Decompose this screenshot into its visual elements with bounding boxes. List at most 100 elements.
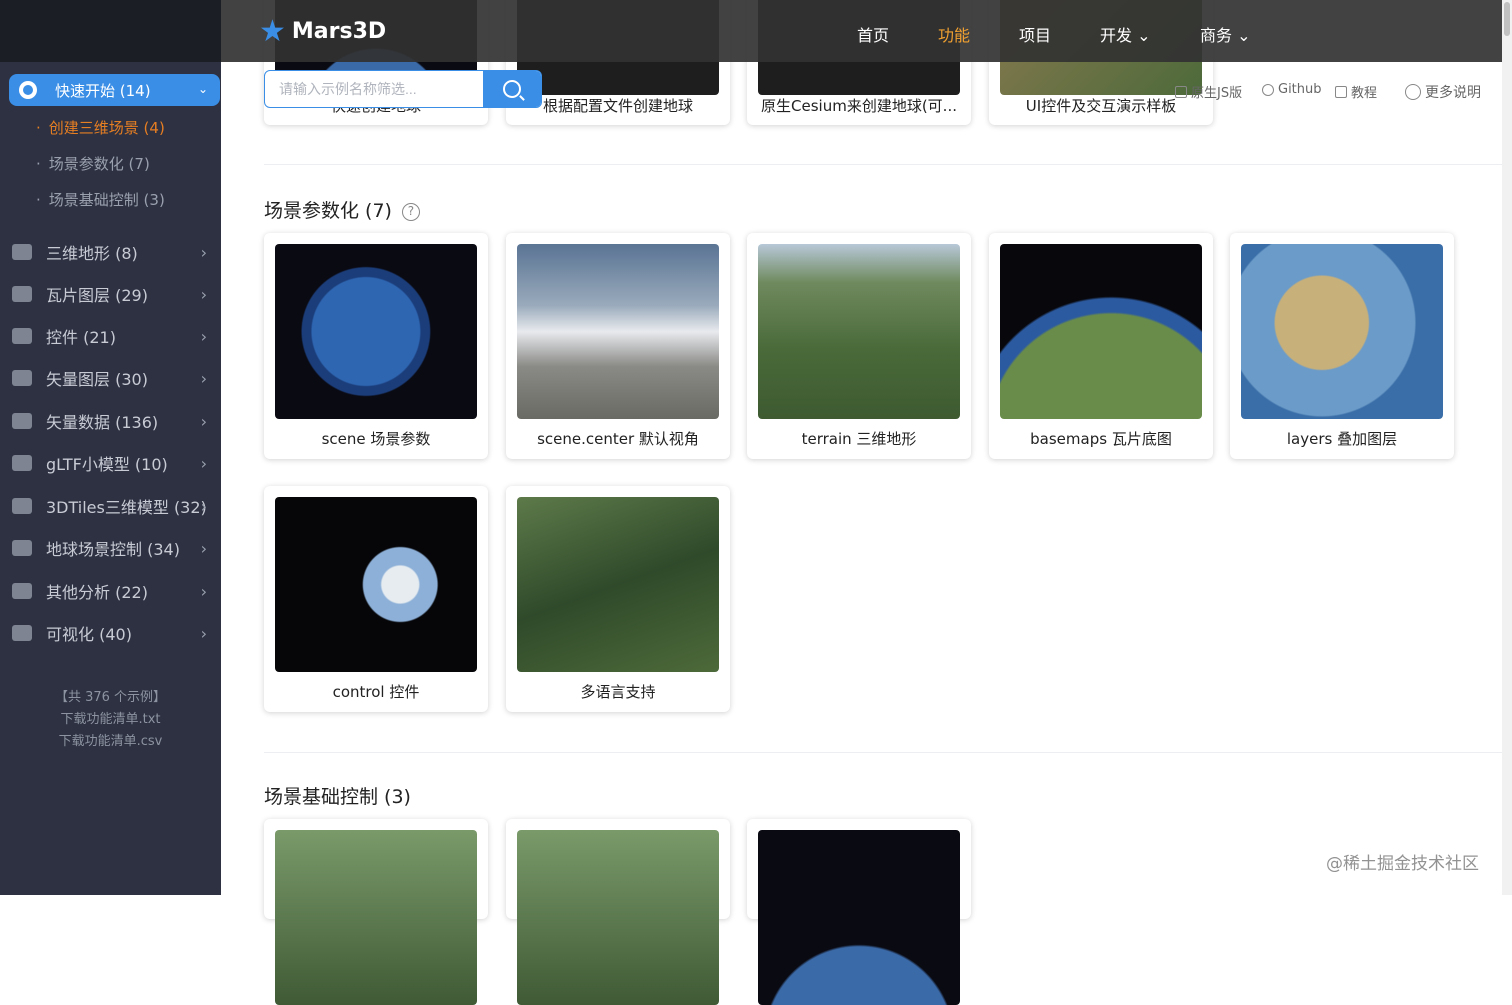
briefcase-icon — [12, 328, 32, 344]
building-icon — [12, 498, 32, 514]
example-card[interactable]: terrain 三维地形 — [747, 233, 971, 459]
globe-icon — [19, 81, 37, 99]
sidebar-item-globe-control[interactable]: 地球场景控制 (34) › — [0, 530, 221, 566]
nav-business[interactable]: 商务 ⌄ — [1200, 22, 1251, 46]
tutorial-link[interactable]: 教程 — [1335, 82, 1377, 101]
sidebar-item-3dtiles[interactable]: 3DTiles三维模型 (32) › — [0, 488, 221, 524]
sidebar: 快速开始 (14) ⌄ 创建三维场景 (4) 场景参数化 (7) 场景基础控制 … — [0, 0, 221, 895]
sidebar-header — [0, 0, 221, 62]
example-card[interactable]: basemaps 瓦片底图 — [989, 233, 1213, 459]
soccer-icon — [12, 583, 32, 599]
example-card[interactable]: 多语言支持 — [506, 486, 730, 712]
chevron-down-icon: ⌄ — [1237, 26, 1251, 45]
example-card[interactable]: layers 叠加图层 — [1230, 233, 1454, 459]
puzzle-icon — [12, 413, 32, 429]
card-caption: 多语言支持 — [580, 683, 656, 701]
sidebar-item-label: 瓦片图层 (29) — [46, 286, 148, 305]
link-label: Github — [1278, 82, 1322, 97]
card-caption: scene 场景参数 — [321, 430, 431, 448]
scrollbar-thumb[interactable] — [1504, 2, 1510, 36]
section-title-text: 场景参数化 (7) — [264, 200, 392, 222]
search-icon — [503, 80, 521, 98]
sidebar-item-label: 矢量图层 (30) — [46, 370, 148, 389]
sidebar-item-analysis[interactable]: 其他分析 (22) › — [0, 573, 221, 609]
card-caption: layers 叠加图层 — [1286, 430, 1398, 448]
sidebar-item-visualization[interactable]: 可视化 (40) › — [0, 615, 221, 651]
card-thumbnail — [1000, 244, 1202, 419]
card-thumbnail — [1241, 244, 1443, 419]
native-js-link[interactable]: 原生JS版 — [1175, 82, 1242, 101]
book-icon — [1335, 85, 1347, 98]
plane-icon — [12, 455, 32, 471]
sidebar-item-tile-layers[interactable]: 瓦片图层 (29) › — [0, 276, 221, 312]
sidebar-item-label: 可视化 (40) — [46, 625, 132, 644]
card-caption: control 控件 — [332, 683, 420, 701]
nav-home[interactable]: 首页 — [857, 22, 889, 46]
sidebar-item-label: 快速开始 (14) — [55, 81, 151, 100]
help-icon[interactable]: ? — [401, 203, 420, 221]
download-txt-link[interactable]: 下载功能清单.txt — [0, 708, 221, 727]
thermometer-icon — [12, 625, 32, 641]
github-icon — [1262, 83, 1274, 96]
chevron-right-icon: › — [200, 581, 207, 601]
nav-label: 开发 — [1100, 26, 1133, 45]
sidebar-item-quick-start[interactable]: 快速开始 (14) ⌄ — [9, 74, 220, 106]
image-icon — [12, 286, 32, 302]
sidebar-item-vector-data[interactable]: 矢量数据 (136) › — [0, 403, 221, 439]
sidebar-sub-create-scene[interactable]: 创建三维场景 (4) — [36, 117, 165, 138]
chevron-right-icon: › — [200, 368, 207, 388]
sidebar-item-gltf[interactable]: gLTF小模型 (10) › — [0, 445, 221, 481]
example-card[interactable]: scene.center 默认视角 — [506, 233, 730, 459]
nav-develop[interactable]: 开发 ⌄ — [1100, 22, 1151, 46]
nav-features[interactable]: 功能 — [938, 22, 970, 46]
more-info-link[interactable]: 更多说明 — [1405, 82, 1481, 102]
card-caption: 原生Cesium来创建地球(可... — [761, 97, 957, 115]
chevron-right-icon: › — [200, 411, 207, 431]
card-thumbnail — [517, 830, 719, 1005]
card-thumbnail — [758, 830, 960, 1005]
chevron-right-icon: › — [200, 623, 207, 643]
logo-star-icon: ★ — [259, 14, 286, 49]
sidebar-sub-scene-control[interactable]: 场景基础控制 (3) — [36, 189, 165, 210]
sidebar-item-controls[interactable]: 控件 (21) › — [0, 318, 221, 354]
page-scrollbar[interactable] — [1502, 0, 1512, 895]
link-label: 原生JS版 — [1191, 86, 1243, 101]
cubes-icon — [12, 540, 32, 556]
example-card[interactable] — [747, 819, 971, 1005]
card-caption: scene.center 默认视角 — [537, 430, 699, 448]
sidebar-item-label: 三维地形 (8) — [46, 244, 138, 263]
sidebar-item-terrain[interactable]: 三维地形 (8) › — [0, 234, 221, 270]
section-title-scene-control: 场景基础控制 (3) — [264, 786, 411, 808]
search-button[interactable] — [483, 71, 541, 107]
link-label: 教程 — [1351, 86, 1378, 101]
sidebar-item-label: 其他分析 (22) — [46, 583, 148, 602]
brand-name: Mars3D — [291, 19, 387, 44]
search-box — [264, 70, 542, 108]
sidebar-sub-scene-params[interactable]: 场景参数化 (7) — [36, 153, 150, 174]
brand-logo[interactable]: ★ Mars3D — [259, 14, 386, 49]
download-csv-link[interactable]: 下载功能清单.csv — [0, 730, 221, 749]
section-title-scene-params: 场景参数化 (7)? — [264, 196, 420, 223]
card-thumbnail — [758, 244, 960, 419]
example-count: 【共 376 个示例】 — [54, 690, 167, 705]
nav-projects[interactable]: 项目 — [1019, 22, 1051, 46]
chevron-down-icon: ⌄ — [197, 82, 208, 96]
nav-label: 商务 — [1200, 26, 1233, 45]
example-card[interactable] — [506, 819, 730, 1005]
card-thumbnail — [275, 244, 477, 419]
card-thumbnail — [517, 244, 719, 419]
link-label: 更多说明 — [1425, 85, 1481, 101]
example-card[interactable] — [264, 819, 488, 1005]
section-divider — [264, 164, 1502, 165]
chevron-right-icon: › — [200, 242, 207, 262]
chevron-right-icon: › — [200, 496, 207, 516]
list-icon — [12, 370, 32, 386]
example-card[interactable]: scene 场景参数 — [264, 233, 488, 459]
github-link[interactable]: Github — [1262, 82, 1322, 97]
card-thumbnail — [275, 830, 477, 1005]
sidebar-item-vector-layers[interactable]: 矢量图层 (30) › — [0, 360, 221, 396]
example-card[interactable]: control 控件 — [264, 486, 488, 712]
mountain-icon — [12, 244, 32, 260]
watermark: @稀土掘金技术社区 — [1326, 854, 1479, 874]
search-input[interactable] — [265, 71, 485, 107]
